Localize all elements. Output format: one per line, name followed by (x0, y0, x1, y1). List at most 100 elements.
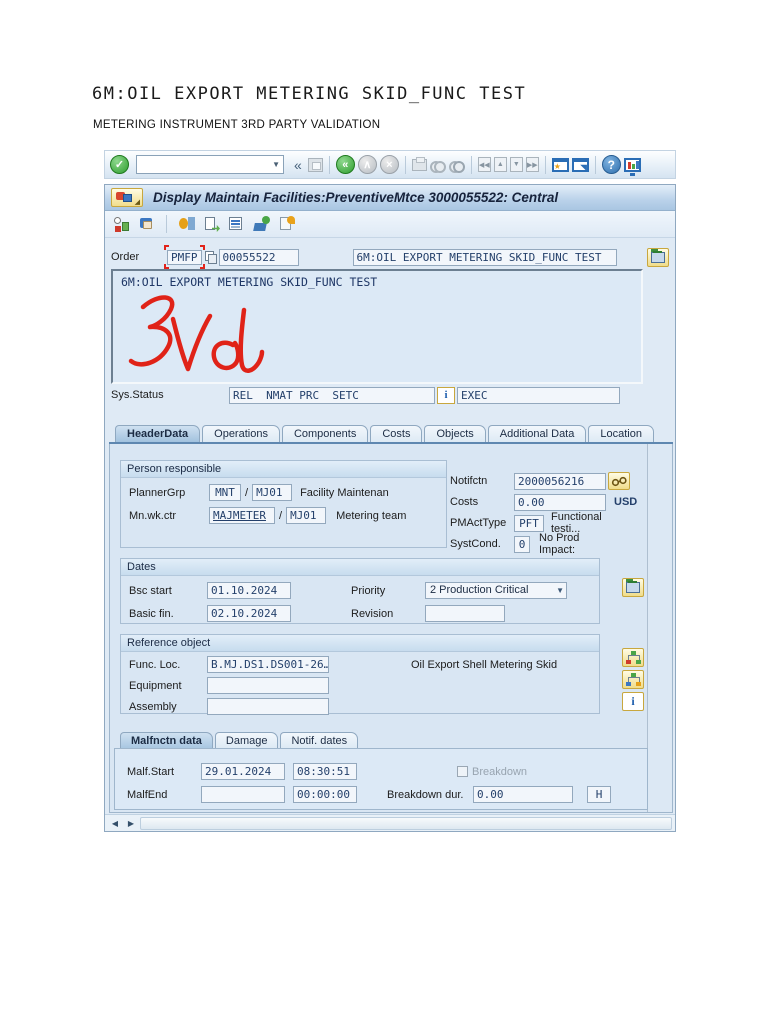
status-info-icon[interactable]: i (437, 386, 455, 404)
malf-start-date-field[interactable]: 29.01.2024 (201, 763, 285, 780)
exit-icon[interactable]: ∧ (357, 155, 377, 174)
tab-objects[interactable]: Objects (424, 425, 486, 443)
collapse-icon[interactable]: « (291, 157, 305, 173)
order-type-field[interactable]: PMFP (167, 250, 202, 265)
funcloc-field[interactable]: B.MJ.DS1.DS001-26… (207, 656, 329, 673)
person-responsible-title: Person responsible (121, 461, 446, 478)
last-page-icon[interactable]: ▶▶ (525, 157, 539, 172)
equipment-field[interactable] (207, 677, 329, 694)
plannergrp-plant-field[interactable]: MJ01 (252, 484, 293, 501)
structure-list-icon[interactable] (622, 648, 644, 667)
systcond-field[interactable]: 0 (514, 535, 530, 553)
plannergrp-label: PlannerGrp (129, 486, 186, 499)
breakdown-duration-field[interactable]: 0.00 (473, 786, 573, 803)
sys-status-field[interactable]: REL NMAT PRC SETC (229, 386, 435, 404)
malf-start-time-field[interactable]: 08:30:51 (293, 763, 357, 780)
malf-end-time-field[interactable]: 00:00:00 (293, 786, 357, 803)
scroll-right-icon[interactable]: ▶ (124, 817, 138, 830)
horizontal-scrollbar[interactable]: ◀ ▶ (105, 814, 675, 831)
costs-report-icon[interactable] (178, 216, 195, 232)
subtab-notif-dates[interactable]: Notif. dates (280, 732, 359, 749)
permits-icon[interactable] (138, 216, 155, 232)
tab-headerdata[interactable]: HeaderData (115, 425, 201, 443)
dates-group: Dates Bsc start 01.10.2024 Priority 2 Pr… (120, 558, 600, 624)
next-page-icon[interactable]: ▼ (509, 157, 523, 172)
display-notification-icon[interactable] (608, 472, 630, 490)
funcloc-description: Oil Export Shell Metering Skid (411, 658, 558, 671)
order-number-field[interactable]: 00055522 (218, 248, 299, 266)
save-icon[interactable] (307, 157, 323, 172)
toolbar-separator (166, 215, 167, 233)
pmacttype-field[interactable]: PFT (514, 514, 544, 532)
cancel-icon[interactable]: × (379, 155, 399, 174)
subtab-malfnctn-data[interactable]: Malfnctn data (120, 732, 213, 749)
document-subtitle: METERING INSTRUMENT 3RD PARTY VALIDATION (93, 119, 381, 131)
action-log-icon[interactable] (228, 216, 245, 232)
scrollbar-track[interactable] (140, 816, 672, 830)
funcloc-label: Func. Loc. (129, 658, 181, 671)
command-field[interactable]: ▼ (136, 155, 284, 174)
first-page-icon[interactable]: ◀◀ (477, 157, 491, 172)
subtab-damage[interactable]: Damage (214, 732, 279, 749)
revision-label: Revision (351, 607, 394, 620)
malf-end-date-field[interactable] (201, 786, 285, 803)
toolbar-separator (328, 155, 330, 174)
object-info-icon[interactable]: i (622, 692, 644, 711)
help-icon[interactable]: ? (601, 155, 621, 174)
dates-title: Dates (121, 559, 599, 576)
breakdown-label: Breakdown (472, 765, 528, 778)
document-title: 6M:OIL EXPORT METERING SKID_FUNC TEST (92, 84, 527, 104)
object-structure-icon[interactable] (622, 670, 644, 689)
create-shortcut-icon[interactable]: ◥ (571, 157, 589, 172)
order-long-text-area[interactable]: 6M:OIL EXPORT METERING SKID_FUNC TEST (111, 269, 643, 384)
status-overview-icon[interactable] (113, 216, 130, 232)
services-for-object-icon[interactable]: ◢ (111, 188, 143, 207)
document-flow-icon[interactable] (203, 216, 220, 232)
new-session-icon[interactable]: ★ (551, 157, 569, 172)
previous-page-icon[interactable]: ▲ (493, 157, 507, 172)
print-icon[interactable] (411, 156, 427, 171)
folder-icon (651, 248, 665, 263)
sys-status-label: Sys.Status (111, 389, 164, 401)
revision-field[interactable] (425, 605, 505, 622)
order-documents-icon[interactable] (278, 216, 295, 232)
find-icon[interactable] (429, 159, 446, 173)
assembly-label: Assembly (129, 700, 177, 713)
priority-dropdown[interactable]: 2 Production Critical ▼ (425, 582, 567, 599)
breakdown-checkbox[interactable] (457, 766, 468, 777)
chevron-down-icon[interactable]: ▼ (272, 160, 280, 169)
plannergrp-field[interactable]: MNT (209, 484, 241, 501)
handwritten-3rd-annotation (128, 295, 265, 373)
user-status-field[interactable]: EXEC (457, 386, 620, 404)
reference-object-title: Reference object (121, 635, 599, 652)
copy-icon[interactable] (204, 251, 217, 264)
customize-layout-icon[interactable] (623, 157, 641, 176)
assembly-field[interactable] (207, 698, 329, 715)
duration-unit-field[interactable]: H (587, 786, 611, 803)
basic-finish-field[interactable]: 02.10.2024 (207, 605, 291, 622)
tab-components[interactable]: Components (281, 425, 369, 443)
dates-detail-icon[interactable] (622, 578, 644, 597)
malf-start-label: Malf.Start (127, 765, 175, 778)
enter-icon[interactable]: ✓ (110, 155, 129, 174)
basic-start-field[interactable]: 01.10.2024 (207, 582, 291, 599)
notification-field[interactable]: 2000056216 (514, 472, 606, 490)
tab-operations[interactable]: Operations (202, 425, 280, 443)
workcenter-plant-field[interactable]: MJ01 (286, 507, 327, 524)
tab-costs[interactable]: Costs (370, 425, 423, 443)
display-change-icon[interactable] (253, 216, 270, 232)
arrow-icon: ◥ (580, 162, 587, 172)
find-next-icon[interactable] (448, 159, 465, 173)
tab-additional-data[interactable]: Additional Data (487, 425, 587, 443)
headerdata-tab-panel: Person responsible PlannerGrp MNT / MJ01… (109, 444, 673, 813)
person-responsible-group: Person responsible PlannerGrp MNT / MJ01… (120, 460, 447, 548)
workcenter-field[interactable]: MAJMETER (209, 507, 275, 524)
costs-currency: USD (614, 496, 638, 508)
order-type-selection: PMFP (164, 245, 205, 269)
order-description-field[interactable]: 6M:OIL EXPORT METERING SKID_FUNC TEST (352, 248, 617, 266)
tab-location[interactable]: Location (588, 425, 654, 443)
costs-field[interactable]: 0.00 (514, 493, 606, 511)
scroll-left-icon[interactable]: ◀ (108, 817, 122, 830)
back-icon[interactable]: « (335, 155, 355, 174)
header-data-icon[interactable] (647, 247, 669, 267)
